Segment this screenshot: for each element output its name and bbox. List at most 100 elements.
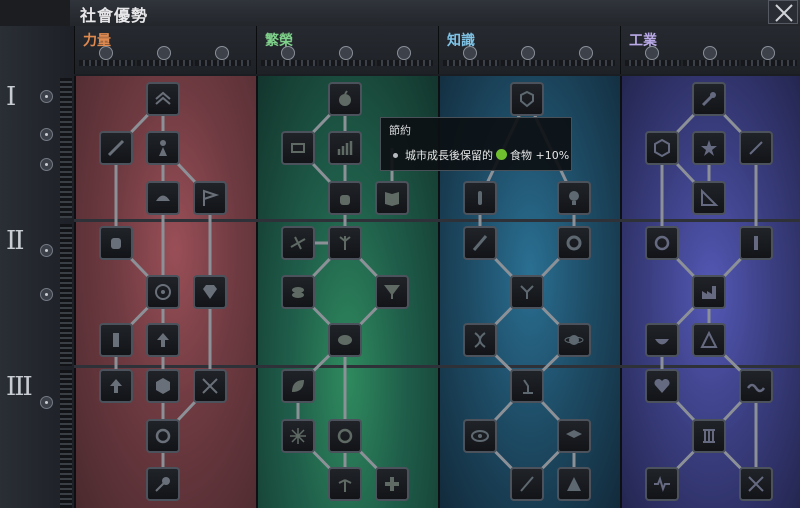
sword-icon bbox=[107, 139, 125, 157]
bowl-icon bbox=[655, 339, 669, 345]
node-pillar[interactable] bbox=[99, 323, 133, 357]
tooltip-title: 節約 bbox=[389, 124, 411, 137]
node-graduation[interactable] bbox=[557, 419, 591, 453]
hand-icon bbox=[340, 195, 350, 205]
node-heart-hand[interactable] bbox=[645, 369, 679, 403]
network-icon bbox=[520, 285, 534, 299]
node-diagonal[interactable] bbox=[739, 131, 773, 165]
arrow-up-icon bbox=[157, 333, 169, 347]
coins-icon bbox=[292, 287, 304, 298]
node-chain[interactable] bbox=[328, 419, 362, 453]
pulse-icon bbox=[654, 475, 670, 493]
node-book[interactable] bbox=[375, 181, 409, 215]
node-star-burst[interactable] bbox=[281, 419, 315, 453]
node-pen[interactable] bbox=[510, 467, 544, 501]
tooltip-text-after: 食物 +10% bbox=[510, 149, 570, 162]
dna-icon bbox=[474, 332, 486, 348]
node-coins[interactable] bbox=[281, 275, 315, 309]
node-circle-triad[interactable] bbox=[146, 275, 180, 309]
node-helmet[interactable] bbox=[146, 181, 180, 215]
node-palm[interactable] bbox=[328, 467, 362, 501]
tree-icon bbox=[339, 236, 351, 250]
wrench-icon bbox=[701, 92, 716, 107]
gem-icon bbox=[203, 285, 217, 299]
column-icon bbox=[703, 429, 715, 443]
node-pulse[interactable] bbox=[645, 467, 679, 501]
node-wave[interactable] bbox=[739, 369, 773, 403]
node-leaf[interactable] bbox=[281, 369, 315, 403]
quill-icon bbox=[472, 235, 488, 251]
palm-icon bbox=[338, 479, 352, 492]
fist-icon bbox=[111, 238, 121, 249]
node-tower[interactable] bbox=[739, 226, 773, 260]
medical-cross-icon bbox=[385, 477, 399, 491]
planet-icon bbox=[564, 335, 584, 345]
tower-icon bbox=[754, 236, 758, 250]
node-bulb-top[interactable] bbox=[510, 82, 544, 116]
factory-icon bbox=[702, 286, 716, 299]
node-hexagon[interactable] bbox=[146, 369, 180, 403]
flag-icon bbox=[203, 189, 220, 206]
node-star[interactable] bbox=[692, 131, 726, 165]
node-wrench[interactable] bbox=[692, 82, 726, 116]
wave-icon bbox=[746, 383, 766, 393]
node-bar-chart[interactable] bbox=[328, 131, 362, 165]
node-lightbulb[interactable] bbox=[557, 181, 591, 215]
eye-icon bbox=[471, 430, 489, 442]
node-cycle-arrows[interactable] bbox=[645, 226, 679, 260]
node-fist[interactable] bbox=[99, 226, 133, 260]
leaf-icon bbox=[292, 380, 304, 392]
node-hammer-wrench[interactable] bbox=[739, 467, 773, 501]
pillar-icon bbox=[113, 333, 119, 347]
node-gear[interactable] bbox=[557, 226, 591, 260]
node-flag[interactable] bbox=[193, 181, 227, 215]
node-microscope[interactable] bbox=[510, 369, 544, 403]
brain-icon bbox=[338, 335, 352, 345]
node-brain[interactable] bbox=[328, 323, 362, 357]
burst-icon bbox=[290, 428, 306, 444]
resize-icon bbox=[749, 141, 763, 155]
node-chalice[interactable] bbox=[375, 275, 409, 309]
node-eye[interactable] bbox=[463, 419, 497, 453]
node-up-shield[interactable] bbox=[99, 369, 133, 403]
node-hexnut[interactable] bbox=[645, 131, 679, 165]
node-gem[interactable] bbox=[193, 275, 227, 309]
node-set-square[interactable] bbox=[692, 181, 726, 215]
node-handshake[interactable] bbox=[281, 226, 315, 260]
node-rank-chevrons[interactable] bbox=[146, 82, 180, 116]
gear-icon bbox=[566, 235, 582, 251]
node-sword[interactable] bbox=[99, 131, 133, 165]
node-cycle[interactable] bbox=[146, 419, 180, 453]
hexagon-icon bbox=[156, 378, 170, 394]
cycle-arrows-icon bbox=[654, 235, 670, 251]
hexnut-icon bbox=[654, 138, 670, 158]
shield-up-icon bbox=[110, 379, 122, 393]
node-hand[interactable] bbox=[328, 181, 362, 215]
node-factory[interactable] bbox=[692, 275, 726, 309]
node-tree[interactable] bbox=[328, 226, 362, 260]
node-recycle[interactable] bbox=[281, 131, 315, 165]
node-medical-cross[interactable] bbox=[375, 467, 409, 501]
node-test-tube[interactable] bbox=[463, 181, 497, 215]
node-person[interactable] bbox=[146, 131, 180, 165]
microscope-icon bbox=[523, 379, 533, 394]
chalice-icon bbox=[384, 285, 400, 299]
node-comet[interactable] bbox=[146, 467, 180, 501]
node-dna[interactable] bbox=[463, 323, 497, 357]
set-square-icon bbox=[701, 188, 719, 206]
bar-chart-icon bbox=[337, 141, 353, 155]
node-planet[interactable] bbox=[557, 323, 591, 357]
node-quill[interactable] bbox=[463, 226, 497, 260]
node-pyramid[interactable] bbox=[557, 467, 591, 501]
star-icon bbox=[701, 140, 717, 156]
node-triangle-network[interactable] bbox=[692, 323, 726, 357]
node-apple[interactable] bbox=[328, 82, 362, 116]
node-column[interactable] bbox=[692, 419, 726, 453]
handshake-icon bbox=[290, 236, 306, 250]
apple-icon bbox=[339, 90, 351, 106]
node-bowl[interactable] bbox=[645, 323, 679, 357]
shield-emblem-icon bbox=[520, 90, 534, 108]
node-crossed-swords[interactable] bbox=[193, 369, 227, 403]
node-arrow-up[interactable] bbox=[146, 323, 180, 357]
node-network[interactable] bbox=[510, 275, 544, 309]
